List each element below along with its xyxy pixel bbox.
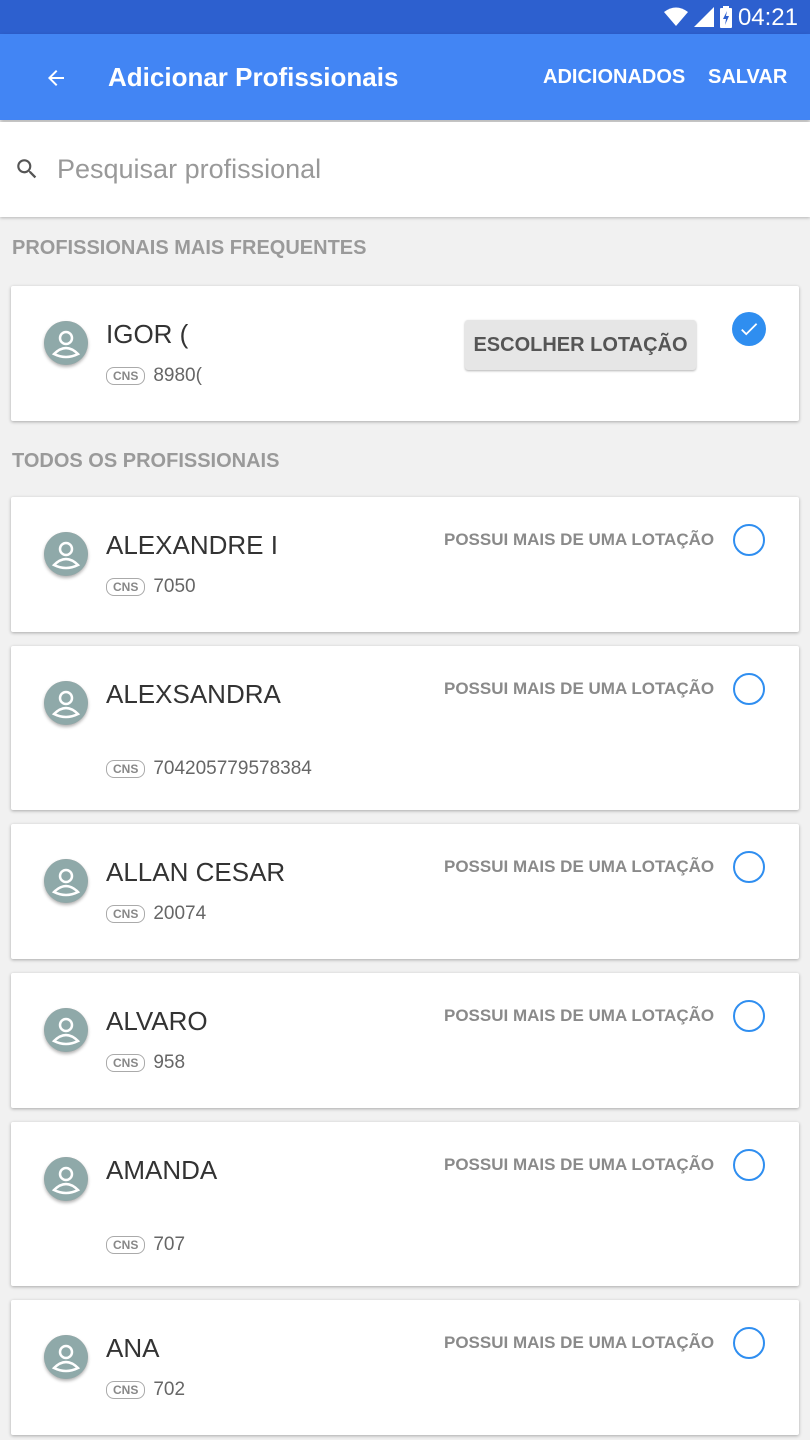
professional-name: AMANDA [106,1155,218,1185]
cns-number: 8980( [153,365,202,386]
cns-number: 704205779578384 [153,758,312,779]
cns-row: CNS 20074 [106,903,206,925]
professional-name: ALEXSANDRA [106,679,281,709]
cns-badge: CNS [106,1236,146,1254]
clock: 04:21 [737,4,798,31]
avatar [44,321,88,365]
multi-lotacao-label: POSSUI MAIS DE UMA LOTAÇÃO [444,1006,715,1025]
cns-number: 20074 [153,903,207,924]
status-bar: 04:21 [0,0,810,34]
multi-lotacao-label: POSSUI MAIS DE UMA LOTAÇÃO [444,679,715,698]
cns-badge: CNS [106,578,146,596]
multi-lotacao-label: POSSUI MAIS DE UMA LOTAÇÃO [444,857,715,876]
person-icon [44,1335,88,1379]
avatar [44,1157,88,1201]
person-icon [44,859,88,903]
multi-lotacao-label: POSSUI MAIS DE UMA LOTAÇÃO [444,530,715,549]
all-section-title: TODOS OS PROFISSIONAIS [12,450,280,472]
frequent-professional-card[interactable]: IGOR ( CNS 8980( ESCOLHER LOTAÇÃO [11,286,799,421]
person-icon [44,681,88,725]
cns-number: 707 [153,1234,186,1255]
search-bar [0,122,810,217]
page-title: Adicionar Profissionais [108,62,399,92]
signal-icon [694,7,714,27]
person-icon [44,321,88,365]
cns-row: CNS 702 [106,1379,185,1401]
select-radio[interactable] [733,851,765,883]
person-icon [44,1157,88,1201]
cns-row: CNS 704205779578384 [106,758,312,780]
avatar [44,532,88,576]
professional-name: ALVARO [106,1006,208,1036]
app-bar: Adicionar Profissionais ADICIONADOS SALV… [0,34,810,120]
avatar [44,1335,88,1379]
cns-row: CNS 8980( [106,365,202,387]
avatar [44,1008,88,1052]
wifi-icon [664,7,688,26]
cns-row: CNS 7050 [106,576,196,598]
avatar [44,859,88,903]
cns-badge: CNS [106,760,146,778]
check-icon [741,323,758,336]
cns-row: CNS 707 [106,1234,185,1256]
status-icons [664,6,732,28]
select-radio[interactable] [733,1000,765,1032]
frequent-section-title: PROFISSIONAIS MAIS FREQUENTES [12,237,367,259]
battery-charging-icon [720,6,732,28]
person-icon [44,1008,88,1052]
choose-lotacao-button[interactable]: ESCOLHER LOTAÇÃO [465,320,696,370]
select-radio[interactable] [733,673,765,705]
added-button[interactable]: ADICIONADOS [543,66,685,89]
cns-badge: CNS [106,367,146,385]
search-input[interactable] [57,146,777,192]
professional-name: ANA [106,1333,160,1363]
professional-name: ALLAN CESAR [106,857,286,887]
professional-card[interactable]: ALEXANDRE I CNS 7050 POSSUI MAIS DE UMA … [11,497,799,632]
cns-number: 702 [153,1379,186,1400]
select-radio[interactable] [733,524,765,556]
save-button[interactable]: SALVAR [708,66,787,89]
select-radio[interactable] [733,1327,765,1359]
cns-badge: CNS [106,1381,146,1399]
search-icon [17,159,37,179]
cns-badge: CNS [106,905,146,923]
professional-card[interactable]: ALVARO CNS 958 POSSUI MAIS DE UMA LOTAÇÃ… [11,973,799,1108]
multi-lotacao-label: POSSUI MAIS DE UMA LOTAÇÃO [444,1333,715,1352]
cns-badge: CNS [106,1054,146,1072]
professional-name: IGOR ( [106,319,189,349]
avatar [44,681,88,725]
professional-card[interactable]: ALEXSANDRA CNS 704205779578384 POSSUI MA… [11,646,799,810]
selected-checkbox[interactable] [732,312,766,346]
professional-card[interactable]: AMANDA CNS 707 POSSUI MAIS DE UMA LOTAÇÃ… [11,1122,799,1286]
cns-number: 7050 [153,576,196,597]
professional-card[interactable]: ANA CNS 702 POSSUI MAIS DE UMA LOTAÇÃO [11,1300,799,1435]
multi-lotacao-label: POSSUI MAIS DE UMA LOTAÇÃO [444,1155,715,1174]
arrow-back-icon [48,70,64,86]
back-button[interactable] [36,58,76,98]
person-icon [44,532,88,576]
professional-card[interactable]: ALLAN CESAR CNS 20074 POSSUI MAIS DE UMA… [11,824,799,959]
cns-number: 958 [153,1052,186,1073]
professional-name: ALEXANDRE I [106,530,278,560]
cns-row: CNS 958 [106,1052,185,1074]
select-radio[interactable] [733,1149,765,1181]
